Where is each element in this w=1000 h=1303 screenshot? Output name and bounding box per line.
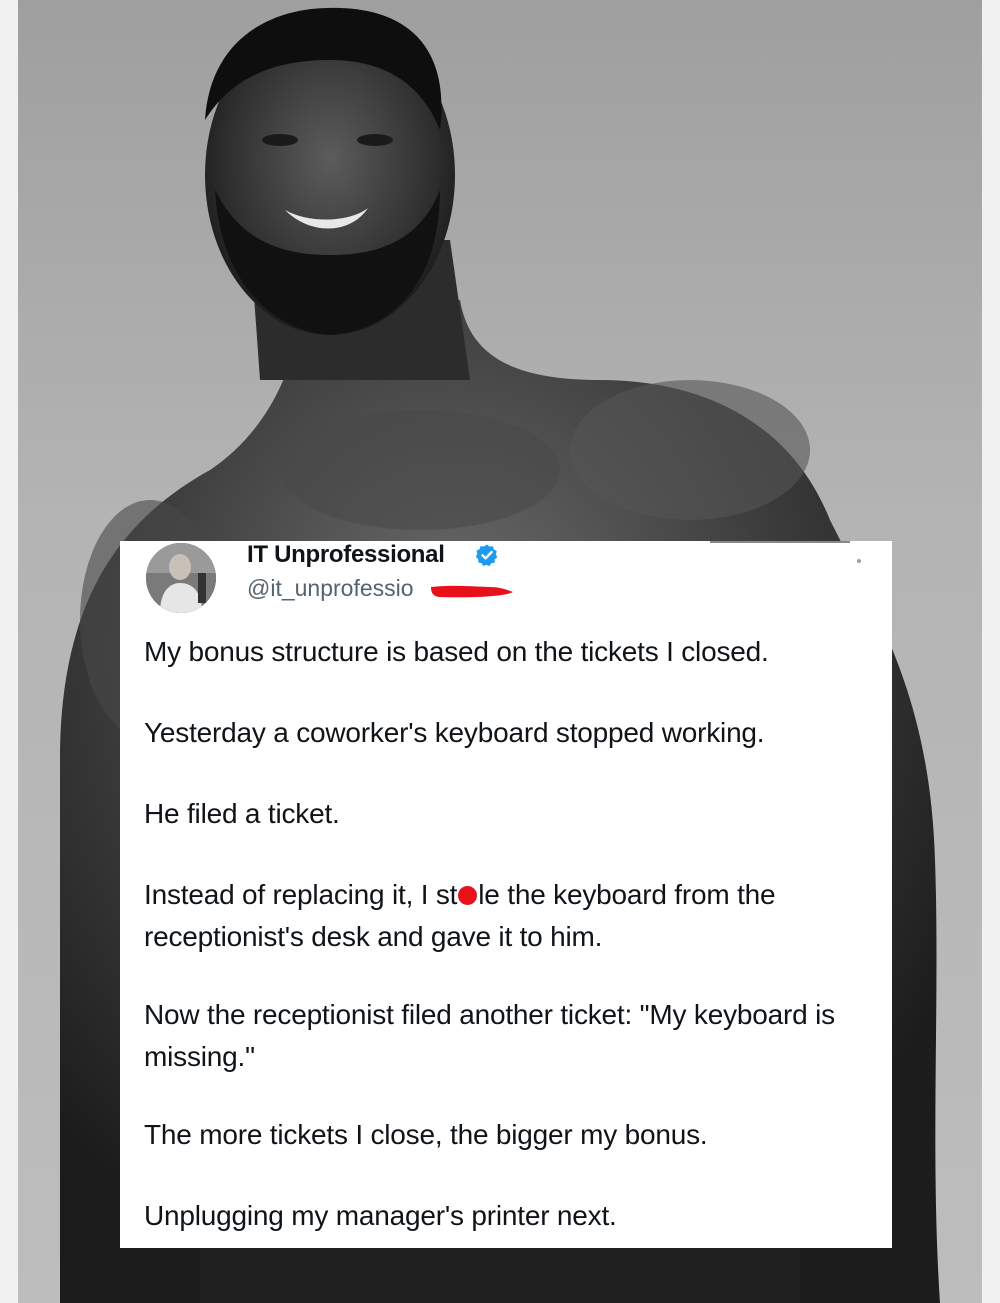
display-name[interactable]: IT Unprofessional [247, 541, 445, 569]
tweet-paragraph: Unplugging my manager's printer next. [144, 1200, 617, 1231]
image-border-right [982, 0, 1000, 1303]
tweet-paragraph: Instead of replacing it, I st le the keyb… [144, 874, 889, 958]
user-handle[interactable]: @it_unprofessio [247, 575, 414, 602]
tweet-text: My bonus structure is based on the ticke… [144, 631, 889, 1237]
more-options-icon[interactable] [857, 559, 861, 563]
red-redaction-scribble [431, 585, 513, 598]
verified-badge-icon [475, 544, 498, 567]
tweet-text-segment: Instead of replacing it, I st [144, 879, 458, 910]
tweet-paragraph: Now the receptionist filed another ticke… [144, 999, 835, 1072]
card-top-divider [710, 541, 850, 543]
tweet-card: IT Unprofessional @it_unprofessio My bon… [120, 541, 892, 1248]
tweet-paragraph: The more tickets I close, the bigger my … [144, 1119, 708, 1150]
image-border-left [0, 0, 18, 1303]
avatar[interactable] [146, 543, 216, 613]
tweet-paragraph: Yesterday a coworker's keyboard stopped … [144, 717, 765, 748]
tweet-paragraph: My bonus structure is based on the ticke… [144, 636, 769, 667]
tweet-paragraph: He filed a ticket. [144, 798, 340, 829]
red-dot-annotation [458, 886, 478, 905]
avatar-photo [146, 543, 216, 613]
